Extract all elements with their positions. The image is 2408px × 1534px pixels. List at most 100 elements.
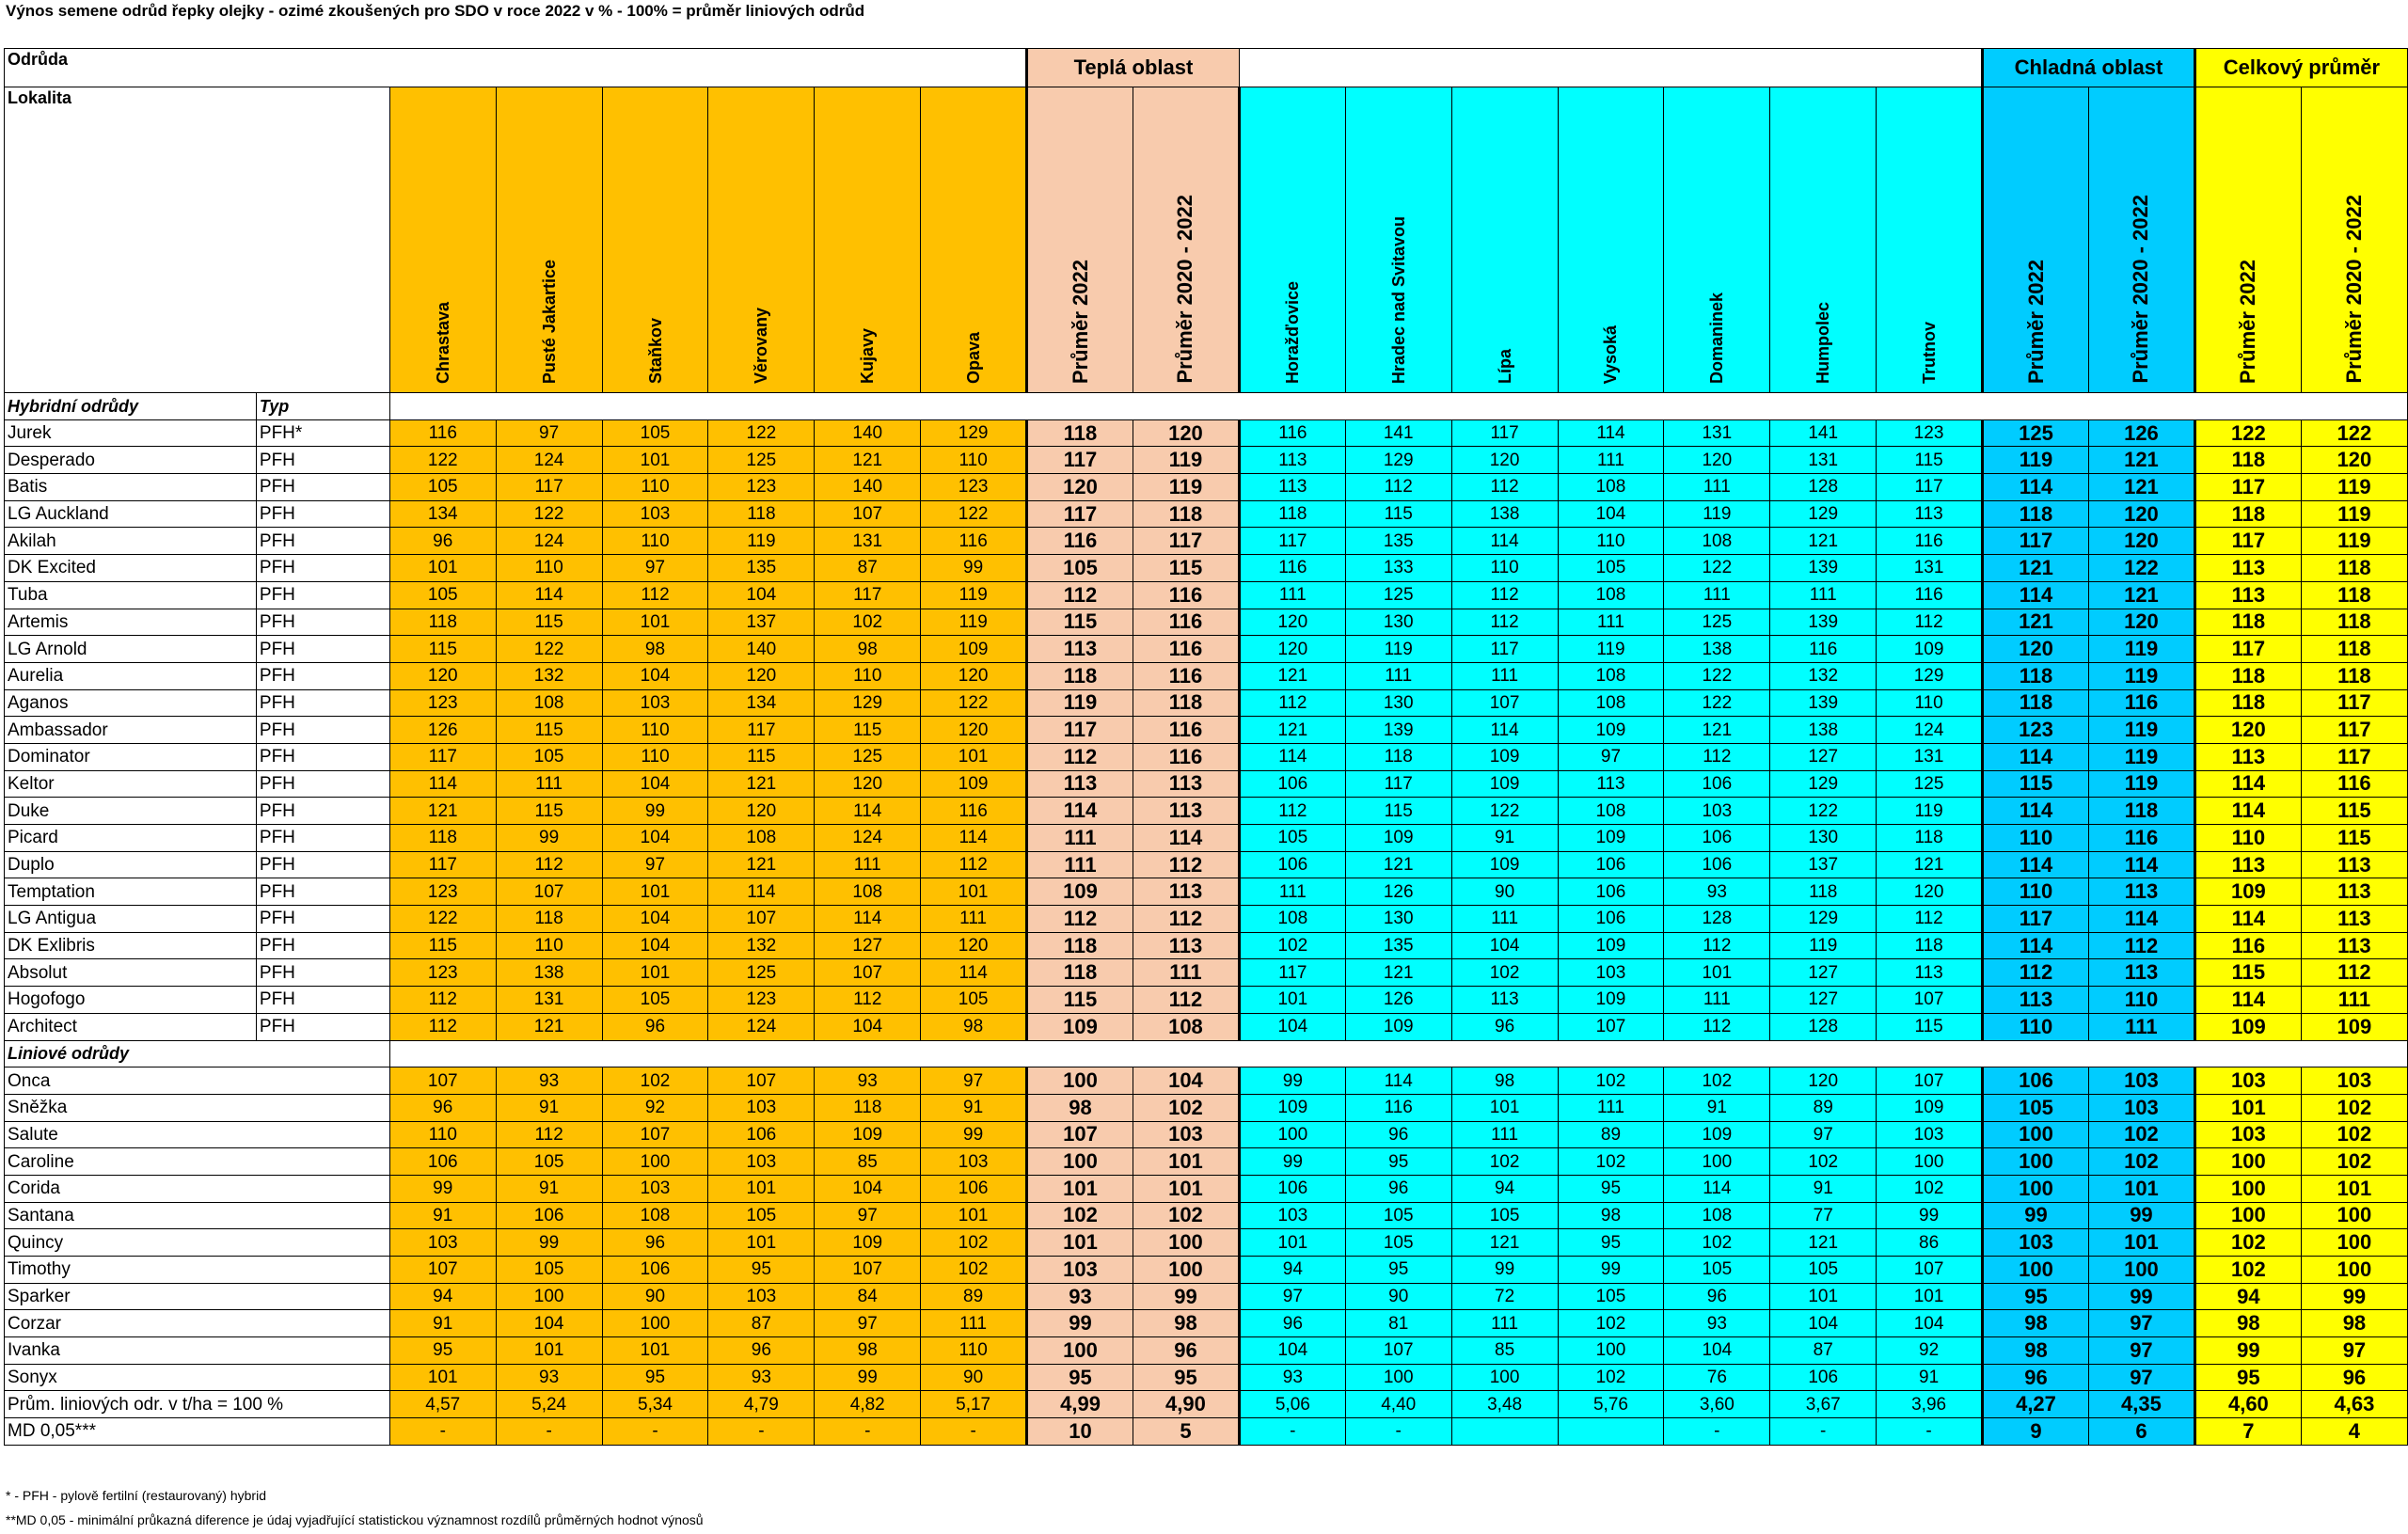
value-cell: 131 bbox=[1769, 446, 1877, 475]
value-cell: 121 bbox=[1663, 716, 1771, 744]
value-cell: 95 bbox=[1025, 1363, 1133, 1392]
value-cell: 3,96 bbox=[1876, 1390, 1984, 1419]
value-cell: 102 bbox=[920, 1256, 1028, 1284]
variety-type: PFH bbox=[255, 958, 390, 988]
value-cell: 97 bbox=[814, 1201, 922, 1230]
lokalita-header: Lokalita bbox=[4, 87, 390, 393]
value-cell: - bbox=[601, 1417, 709, 1446]
value-cell: 99 bbox=[2193, 1336, 2302, 1365]
value-cell: 100 bbox=[1981, 1256, 2089, 1284]
value-cell: 96 bbox=[601, 1012, 709, 1041]
value-cell: 104 bbox=[601, 661, 709, 690]
value-cell: 124 bbox=[1876, 716, 1984, 744]
value-cell: 116 bbox=[1876, 580, 1984, 609]
column-header: Průměr 2020 - 2022 bbox=[2087, 87, 2195, 393]
value-cell: 102 bbox=[2087, 1120, 2195, 1149]
value-cell: 101 bbox=[2087, 1228, 2195, 1257]
value-cell: 109 bbox=[2300, 1012, 2408, 1041]
value-cell: 118 bbox=[388, 824, 497, 852]
value-cell: 129 bbox=[1769, 905, 1877, 933]
value-cell: 117 bbox=[1981, 527, 2089, 556]
column-header-label: Hradec nad Svitavou bbox=[1388, 215, 1408, 384]
value-cell: 87 bbox=[707, 1309, 816, 1338]
value-cell: 104 bbox=[601, 769, 709, 799]
value-cell: 120 bbox=[1769, 1067, 1877, 1095]
value-cell: 121 bbox=[1344, 850, 1452, 879]
value-cell: 98 bbox=[1450, 1067, 1559, 1095]
value-cell: 111 bbox=[1557, 446, 1665, 475]
value-cell: 140 bbox=[814, 473, 922, 501]
table-row: Aurelia PFH 120 132 104 120 110 120 118 116 121 111… bbox=[4, 661, 2408, 690]
value-cell: 100 bbox=[1344, 1363, 1452, 1392]
variety-type: PFH bbox=[255, 931, 390, 960]
value-cell: 102 bbox=[1025, 1201, 1133, 1230]
value-cell: 102 bbox=[601, 1067, 709, 1095]
value-cell: 119 bbox=[1025, 688, 1133, 718]
value-cell: 90 bbox=[1450, 878, 1559, 907]
value-cell: 4,60 bbox=[2193, 1390, 2302, 1419]
value-cell: 104 bbox=[1557, 499, 1665, 529]
variety-name: Dominator bbox=[4, 742, 257, 771]
value-cell: 120 bbox=[1981, 635, 2089, 663]
value-cell: 118 bbox=[1025, 419, 1133, 448]
value-cell: 87 bbox=[814, 554, 922, 582]
value-cell: 117 bbox=[1450, 419, 1559, 448]
value-cell: 114 bbox=[1132, 824, 1240, 852]
value-cell: 115 bbox=[1344, 499, 1452, 529]
value-cell: 141 bbox=[1769, 419, 1877, 448]
value-cell: 100 bbox=[1981, 1120, 2089, 1149]
value-cell: 119 bbox=[1876, 797, 1984, 825]
value-cell: 108 bbox=[1557, 797, 1665, 825]
table-row: Quincy 103 99 96 101 109 102 101 100 101 105 121 95 1… bbox=[4, 1228, 2408, 1257]
value-cell: 99 bbox=[1981, 1201, 2089, 1230]
value-cell: 111 bbox=[2300, 986, 2408, 1014]
value-cell: 91 bbox=[1450, 824, 1559, 852]
value-cell: 115 bbox=[1876, 1012, 1984, 1041]
cold-region-header: Chladná oblast bbox=[1981, 48, 2195, 87]
value-cell: 109 bbox=[1663, 1120, 1771, 1149]
value-cell: 100 bbox=[2193, 1174, 2302, 1203]
table-row: Onca 107 93 102 107 93 97 100 104 99 114 98 102 102 12… bbox=[4, 1067, 2408, 1095]
value-cell: 131 bbox=[495, 986, 603, 1014]
value-cell: 103 bbox=[601, 1174, 709, 1203]
value-cell: 118 bbox=[2300, 580, 2408, 609]
value-cell: 116 bbox=[1132, 742, 1240, 771]
value-cell: 112 bbox=[601, 580, 709, 609]
value-cell: 120 bbox=[1237, 635, 1346, 663]
value-cell: 114 bbox=[707, 878, 816, 907]
value-cell: - bbox=[1663, 1417, 1771, 1446]
value-cell: 118 bbox=[2300, 608, 2408, 637]
value-cell: 97 bbox=[2087, 1363, 2195, 1392]
value-cell: 113 bbox=[1132, 797, 1240, 825]
value-cell: 99 bbox=[1237, 1147, 1346, 1176]
value-cell: 100 bbox=[1132, 1256, 1240, 1284]
value-cell: 115 bbox=[2300, 824, 2408, 852]
value-cell: 122 bbox=[495, 635, 603, 663]
value-cell: 93 bbox=[814, 1067, 922, 1095]
value-cell: 97 bbox=[920, 1067, 1028, 1095]
value-cell: 139 bbox=[1769, 608, 1877, 637]
value-cell: 100 bbox=[1663, 1147, 1771, 1176]
value-cell: 117 bbox=[2193, 473, 2302, 501]
value-cell: 106 bbox=[601, 1256, 709, 1284]
variety-name: LG Antigua bbox=[4, 905, 257, 933]
value-cell: 118 bbox=[2193, 446, 2302, 475]
table-row: Sonyx 101 93 95 93 99 90 95 95 93 100 100 102 76 106 91… bbox=[4, 1363, 2408, 1392]
value-cell: 100 bbox=[1981, 1174, 2089, 1203]
value-cell: 114 bbox=[1557, 419, 1665, 448]
value-cell: 119 bbox=[1557, 635, 1665, 663]
value-cell: 118 bbox=[1981, 688, 2089, 718]
value-cell: 89 bbox=[1769, 1093, 1877, 1122]
table-row: Corzar 91 104 100 87 97 111 99 98 96 81 111 102 93 104… bbox=[4, 1309, 2408, 1338]
value-cell: - bbox=[1876, 1417, 1984, 1446]
value-cell: 116 bbox=[2087, 688, 2195, 718]
value-cell: 113 bbox=[2193, 742, 2302, 771]
value-cell: 109 bbox=[1450, 769, 1559, 799]
value-cell: - bbox=[388, 1417, 497, 1446]
column-header: Kujavy bbox=[814, 87, 922, 393]
value-cell: 107 bbox=[1450, 688, 1559, 718]
value-cell: 102 bbox=[1557, 1067, 1665, 1095]
value-cell: 101 bbox=[1025, 1228, 1133, 1257]
value-cell: 131 bbox=[1663, 419, 1771, 448]
value-cell: 105 bbox=[1344, 1201, 1452, 1230]
